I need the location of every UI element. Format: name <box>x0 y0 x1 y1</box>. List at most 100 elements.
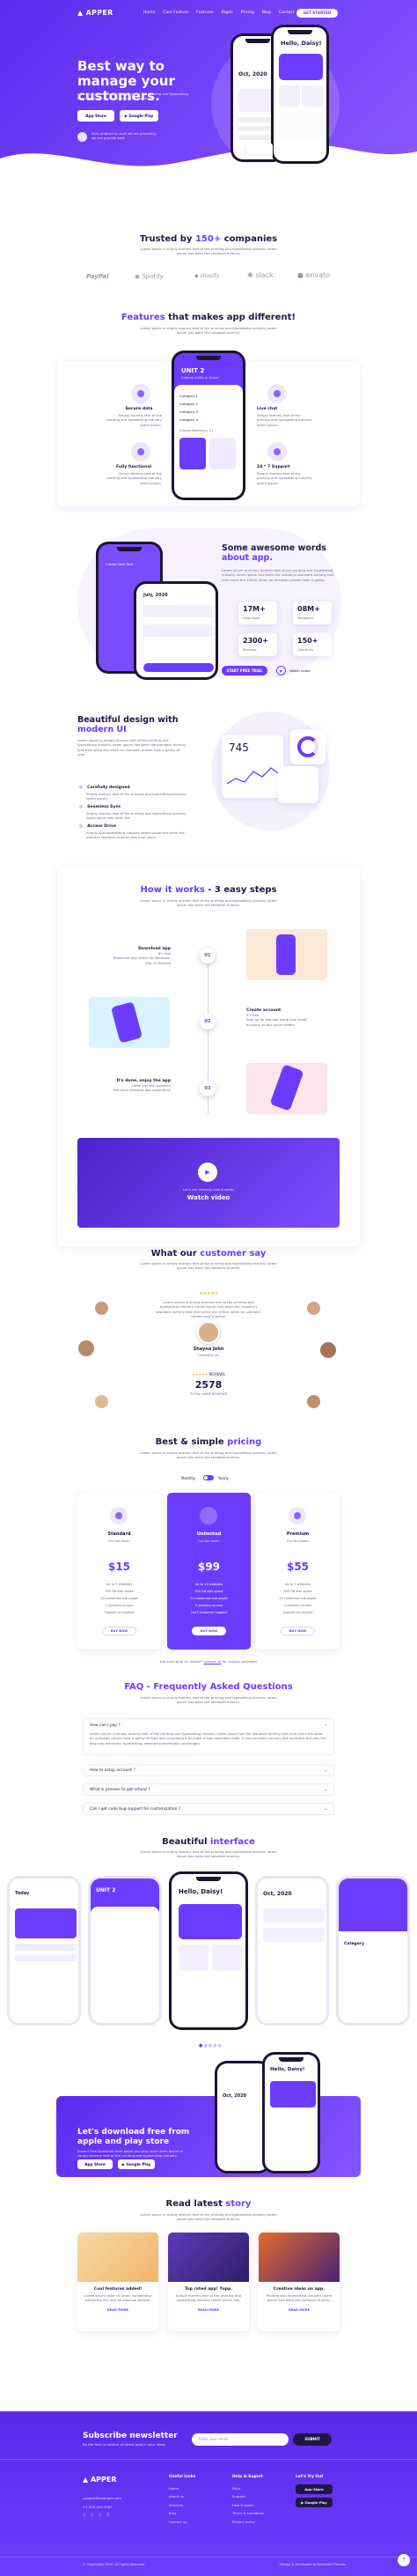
footer-link[interactable]: FAQs <box>232 2484 264 2493</box>
feature-title-3: 24 * 7 Support <box>257 465 290 469</box>
nav-link-core-feature[interactable]: Core Feature <box>163 11 188 15</box>
logo[interactable]: ▲ APPER <box>77 9 113 17</box>
footer-link[interactable]: Blog <box>169 2509 195 2518</box>
faq-item-1[interactable]: How to setup account ? ⌄ <box>83 1764 334 1776</box>
footer-link[interactable]: About us <box>169 2492 195 2501</box>
nav-link-pricing[interactable]: Pricing <box>241 11 254 15</box>
blog-post-3[interactable]: Creative ideas on app. Printing and type… <box>259 2233 340 2331</box>
footer-app-store-button[interactable]: App Store <box>296 2484 333 2494</box>
avatar-left-3 <box>95 1395 108 1408</box>
video-title: Watch video <box>187 1194 230 1201</box>
footer-link[interactable]: Home <box>169 2484 195 2493</box>
step-3-image <box>246 1063 327 1114</box>
chevron-down-icon[interactable]: ⌄ <box>324 1804 327 1816</box>
testimonial-role: Careative inc <box>197 1353 220 1357</box>
avatar-right-1 <box>307 1302 320 1315</box>
footer-link[interactable]: Support <box>232 2492 264 2501</box>
step-2-image <box>89 997 170 1048</box>
footer-phone[interactable]: +1-900-123 4567 <box>83 2503 121 2512</box>
reviews-count-label: TOTAL USER REVIEWS <box>189 1391 227 1396</box>
faq-question-0[interactable]: How can I pay ? <box>90 1723 327 1728</box>
avatar-left-1 <box>95 1302 108 1315</box>
steps-title: How it works - 3 easy steps <box>140 885 277 895</box>
footer-link[interactable]: How it works <box>232 2501 264 2510</box>
faq-item-3[interactable]: Can I get code bug support for customiza… <box>83 1803 334 1815</box>
newsletter-title: Subscribe newsletter <box>83 2432 178 2440</box>
toggle-monthly-label[interactable]: Monthly <box>181 1476 195 1480</box>
blog-text: Lorem ipsum is simply dummy text of the … <box>140 2212 277 2222</box>
video-play-icon[interactable]: ▶ <box>198 1163 217 1182</box>
footer-link[interactable]: Privacy policy <box>232 2518 264 2527</box>
interface-screen-2: UNIT 2 <box>88 1876 162 2026</box>
interface-screen-3: Hello, Daisy! <box>169 1871 248 2030</box>
social-icons[interactable]: ⓕ ⓣ ⓘ ⓟ <box>83 2511 121 2520</box>
avatar-left-2 <box>78 1340 94 1356</box>
play-icon[interactable]: ▶ <box>276 666 286 675</box>
blog-post-2[interactable]: Top rated app! Yupp. Simply dummy text o… <box>168 2233 249 2331</box>
footer-bottom-divider <box>0 2557 417 2558</box>
design-chart-card: 745 <box>222 734 283 798</box>
faq-item-2[interactable]: What is process to get refund ? ⌄ <box>83 1783 334 1796</box>
toggle-yearly-label[interactable]: Yearly <box>218 1476 229 1480</box>
app-store-button[interactable]: App Store <box>77 110 114 122</box>
blog-title: Read latest story <box>165 2199 252 2209</box>
download-app-store-button[interactable]: App Store <box>77 2159 113 2169</box>
video-banner[interactable]: ▶ Let's see virtually how it works Watch… <box>77 1138 340 1228</box>
step-number-2: 02 <box>200 1014 216 1030</box>
newsletter-submit-button[interactable]: SUBMIT <box>293 2433 332 2446</box>
faq-text: Lorem ipsum is simply dummy text of the … <box>140 1695 277 1705</box>
blog-post-1[interactable]: Cool features added! Lorem ipsum dolor s… <box>77 2233 158 2331</box>
testimonials-text: Lorem ipsum is simply dummy text of the … <box>140 1261 277 1271</box>
nav-link-blog[interactable]: Blog <box>262 11 271 15</box>
faq-item-open[interactable]: How can I pay ? ⌃ Lorem ipsum is simply … <box>83 1718 334 1755</box>
read-more-link[interactable]: READ MORE <box>77 2308 158 2312</box>
download-phone-front: Hello, Daisy! <box>262 2052 320 2174</box>
chevron-down-icon[interactable]: ⌄ <box>324 1765 327 1777</box>
buy-unlimited-button[interactable]: BUY NOW <box>192 1627 226 1635</box>
newsletter-email-input[interactable]: Enter your email <box>192 2433 289 2446</box>
billing-toggle[interactable] <box>203 1475 214 1480</box>
footer-google-play-button[interactable]: ▶ Google Play <box>296 2497 333 2507</box>
google-play-button[interactable]: ▶ Google Play <box>120 110 158 122</box>
read-more-link[interactable]: READ MORE <box>259 2308 340 2312</box>
nav-link-pages[interactable]: Pages <box>222 11 233 15</box>
feature-title-1: Fully functional <box>115 465 152 469</box>
download-google-play-button[interactable]: ▶ Google Play <box>118 2159 155 2169</box>
pricing-text: Lorem ipsum is simply dummy text of the … <box>140 1450 277 1460</box>
design-title: Beautiful design with modern UI <box>77 715 179 734</box>
carousel-dots[interactable]: ●●●●● <box>199 2043 223 2048</box>
nav-link-features[interactable]: Features <box>196 11 213 15</box>
watch-video-link[interactable]: Watch video <box>289 668 310 673</box>
footer-col-help: Help & Suport FAQs Support How it works … <box>232 2473 264 2526</box>
buy-standard-button[interactable]: BUY NOW <box>102 1627 136 1635</box>
buy-premium-button[interactable]: BUY NOW <box>281 1627 315 1635</box>
footer-link[interactable]: Services <box>169 2501 195 2510</box>
design-item-title-0: Carefully designed <box>87 786 130 790</box>
contact-us-link[interactable]: contact us <box>203 1659 221 1664</box>
copyright: © Copyrights 2020. All rights reserved. <box>83 2563 145 2566</box>
steps-text: Lorem ipsum is simply dummy text of the … <box>140 898 277 908</box>
feature-text-0: Simply dummy text of the printing and ty… <box>106 413 162 427</box>
design-item-title-1: Seamless Sync <box>87 805 121 809</box>
get-started-button[interactable]: GET STARTED <box>296 9 338 18</box>
interface-screen-4: Oct, 2020 <box>255 1876 329 2026</box>
start-free-trial-button[interactable]: START FREE TRIAL <box>222 666 267 675</box>
footer-link[interactable]: Terms & conditions <box>232 2509 264 2518</box>
feature-text-3: Simply dummy text of the printing and ty… <box>257 471 312 485</box>
chevron-down-icon[interactable]: ⌄ <box>324 1784 327 1797</box>
nav-link-contact[interactable]: Contact <box>279 11 295 15</box>
back-to-top-icon[interactable]: ↑ <box>398 2554 410 2566</box>
blog-post-text-3: Printing and typesetting industry lorem … <box>266 2293 333 2303</box>
footer-email[interactable]: support@example.com <box>83 2494 121 2503</box>
avatar-right-3 <box>307 1395 320 1408</box>
read-more-link[interactable]: READ MORE <box>168 2308 249 2312</box>
logo-slack: ✱ slack <box>247 271 274 279</box>
chevron-up-icon[interactable]: ⌃ <box>325 1723 327 1728</box>
testimonial-avatar <box>197 1321 220 1344</box>
testimonial-name: Shayna John <box>193 1347 224 1352</box>
footer-link[interactable]: Contact us <box>169 2518 195 2527</box>
nav-link-home[interactable]: Home <box>143 11 155 15</box>
reviews-rating: ★★★★★ REVIEWS <box>192 1372 225 1377</box>
interface-screen-1: Today <box>7 1876 81 2026</box>
plan-standard: Standard For the team $15 Up to 5 websit… <box>77 1493 161 1650</box>
